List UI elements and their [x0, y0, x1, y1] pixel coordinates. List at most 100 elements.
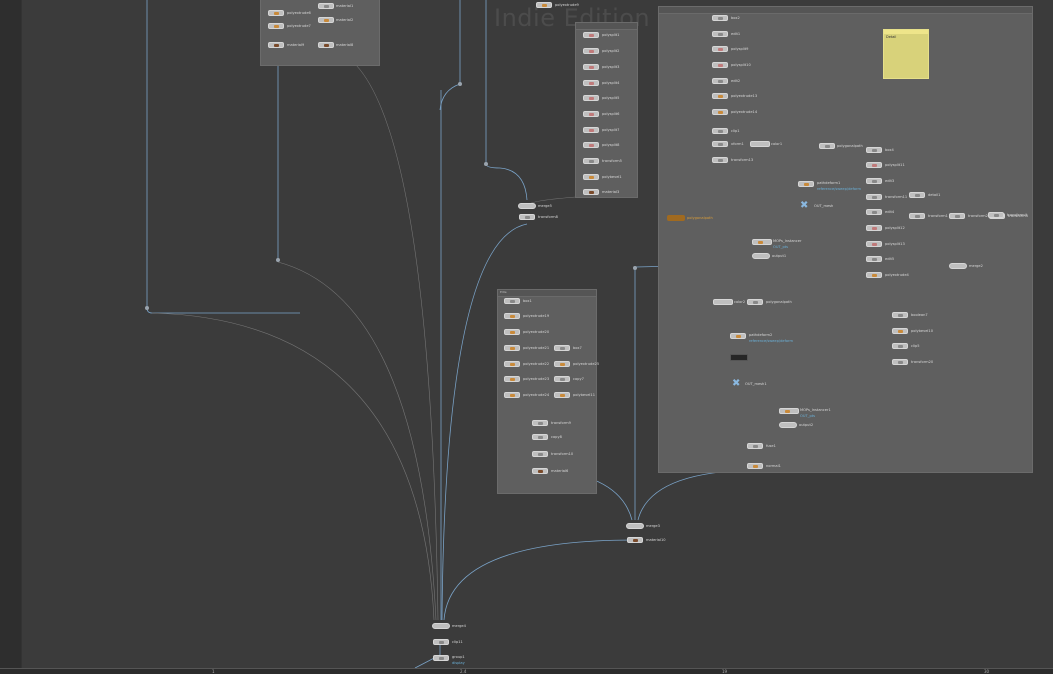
node-transform13[interactable] [712, 157, 728, 163]
node-color2[interactable] [713, 299, 733, 305]
node-mops-instancer1[interactable] [779, 408, 799, 414]
node-polysplit4[interactable] [583, 80, 599, 86]
node-material2[interactable] [318, 17, 334, 23]
node-merge5[interactable] [518, 203, 536, 209]
node-transform1[interactable] [909, 213, 925, 219]
node-polyextrude25[interactable] [554, 361, 570, 367]
node-detail1[interactable] [909, 192, 925, 198]
node-normal1[interactable] [747, 463, 763, 469]
object-merge-node[interactable] [667, 215, 685, 221]
node-transform2[interactable] [949, 213, 965, 219]
node-polybevel1[interactable] [583, 174, 599, 180]
node-edit3[interactable] [866, 178, 882, 184]
node-transform11[interactable] [866, 194, 882, 200]
wire-dot[interactable] [458, 82, 462, 86]
node-polyextrude19[interactable] [504, 313, 520, 319]
node-mops-instancer[interactable] [752, 239, 772, 245]
node-box2[interactable] [712, 15, 728, 21]
node-edit5[interactable] [866, 256, 882, 262]
node-output2[interactable] [779, 422, 797, 428]
network-box-top-mid[interactable]: polysplit1 polysplit2 polysplit3 polyspl… [575, 22, 638, 198]
node-polysplit7[interactable] [583, 127, 599, 133]
node-clip1[interactable] [712, 128, 728, 134]
node-transform4[interactable] [988, 212, 1004, 218]
node-pathdeform-input2[interactable] [747, 299, 763, 305]
node-polyextrude24[interactable] [504, 392, 520, 398]
node-merge2[interactable] [949, 263, 967, 269]
node-merge4[interactable] [432, 623, 450, 629]
node-polysplit9[interactable] [712, 46, 728, 52]
node-polyextrude13[interactable] [712, 93, 728, 99]
node-polysplit6[interactable] [583, 111, 599, 117]
node-material3[interactable] [583, 189, 599, 195]
node-polysplit2[interactable] [583, 48, 599, 54]
node-material9[interactable] [268, 42, 284, 48]
node-polyextrude9[interactable] [536, 2, 552, 8]
dark-node[interactable] [730, 354, 748, 361]
node-box1[interactable] [504, 298, 520, 304]
node-polyextrude23[interactable] [504, 376, 520, 382]
node-pathdeform2[interactable] [730, 333, 746, 339]
node-edit1[interactable] [712, 31, 728, 37]
node-fuse1[interactable] [747, 443, 763, 449]
node-polyextrude6[interactable] [268, 10, 284, 16]
node-transform8[interactable] [519, 214, 535, 220]
node-polysplit11[interactable] [866, 162, 882, 168]
node-label: box4 [885, 148, 894, 152]
node-material8[interactable] [318, 42, 334, 48]
node-polysplit10[interactable] [712, 62, 728, 68]
node-copy7[interactable] [554, 376, 570, 382]
wire-dot[interactable] [145, 306, 149, 310]
node-box4[interactable] [866, 147, 882, 153]
node-group1[interactable] [433, 655, 449, 661]
wire-dot[interactable] [484, 162, 488, 166]
network-box-right[interactable]: box2 edit1 polysplit9 polysplit10 edit2 … [658, 6, 1033, 473]
node-color1[interactable] [750, 141, 770, 147]
node-polybevel10[interactable] [892, 328, 908, 334]
wire-dot[interactable] [633, 266, 637, 270]
node-polysplit3[interactable] [583, 64, 599, 70]
node-edit4[interactable] [866, 209, 882, 215]
node-xform1[interactable] [712, 141, 728, 147]
node-polysplit12[interactable] [866, 225, 882, 231]
node-clip11[interactable] [433, 639, 449, 645]
node-polyextrude4[interactable] [866, 272, 882, 278]
node-material6[interactable] [532, 468, 548, 474]
node-edit2[interactable] [712, 78, 728, 84]
out-mesh-node[interactable]: ✖ [800, 201, 808, 211]
out-mesh1-node[interactable]: ✖ [732, 379, 740, 389]
wire-dot[interactable] [276, 258, 280, 262]
node-polyextrude7[interactable] [268, 23, 284, 29]
node-pathdeform-input[interactable] [819, 143, 835, 149]
node-transform10[interactable] [532, 451, 548, 457]
node-clip5[interactable] [892, 343, 908, 349]
node-output1[interactable] [752, 253, 770, 259]
node-material1[interactable] [318, 3, 334, 9]
node-label: MOPs_Instancer1 [800, 408, 831, 412]
node-polysplit8[interactable] [583, 142, 599, 148]
node-polyextrude21[interactable] [504, 345, 520, 351]
sticky-note[interactable]: Detail [883, 29, 929, 79]
node-polyextrude20[interactable] [504, 329, 520, 335]
node-boolean7[interactable] [892, 312, 908, 318]
node-polysplit5[interactable] [583, 95, 599, 101]
node-copy8[interactable] [532, 434, 548, 440]
node-polyextrude14[interactable] [712, 109, 728, 115]
node-material10[interactable] [627, 537, 643, 543]
node-polysplit1[interactable] [583, 32, 599, 38]
node-label: polysplit3 [602, 65, 620, 69]
node-label: polybevel1 [602, 175, 622, 179]
node-label: copy8 [551, 435, 562, 439]
node-box7[interactable] [554, 345, 570, 351]
node-transform9[interactable] [532, 420, 548, 426]
network-box-top-left[interactable]: polyextrude6 polyextrude7 material9 mate… [260, 0, 380, 66]
node-transform5[interactable] [583, 158, 599, 164]
node-transform20[interactable] [892, 359, 908, 365]
node-polysplit13[interactable] [866, 241, 882, 247]
node-merge3[interactable] [626, 523, 644, 529]
timeline-ruler[interactable]: 1 2.4 19 30 [0, 668, 1053, 674]
node-polyextrude22[interactable] [504, 361, 520, 367]
node-polybevel11[interactable] [554, 392, 570, 398]
network-box-center[interactable]: Elite box1 polyextrude19 polyextrude20 p… [497, 289, 599, 494]
node-pathdeform1[interactable] [798, 181, 814, 187]
